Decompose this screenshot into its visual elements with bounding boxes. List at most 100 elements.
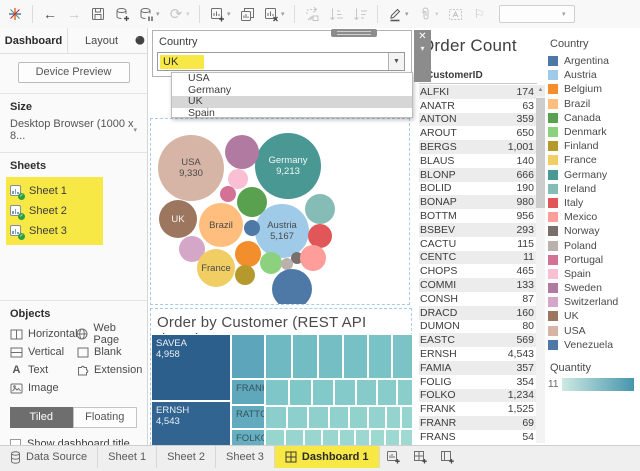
- treemap-cell-savea[interactable]: SAVEA4,958: [151, 334, 231, 401]
- treemap-cell[interactable]: [368, 334, 392, 379]
- object-item-blank[interactable]: Blank: [76, 346, 142, 358]
- run-update-caret[interactable]: ▾: [186, 10, 194, 18]
- legend-item[interactable]: USA: [548, 324, 640, 338]
- table-row[interactable]: FOLKO1,234: [419, 389, 537, 403]
- table-row[interactable]: CHOPS465: [419, 264, 537, 278]
- treemap-cell[interactable]: [400, 429, 413, 446]
- filter-option[interactable]: Germany: [172, 85, 412, 97]
- workbook-tab-sheet-1[interactable]: Sheet 1: [98, 446, 157, 468]
- bubble-mexico[interactable]: [300, 245, 326, 271]
- country-filter-combobox[interactable]: UK ▼: [157, 52, 405, 71]
- bubble-denmark[interactable]: [260, 252, 282, 274]
- filter-option[interactable]: UK: [172, 96, 412, 108]
- legend-item[interactable]: Belgium: [548, 82, 640, 96]
- close-icon[interactable]: ✕: [414, 30, 431, 44]
- object-item-extension[interactable]: Extension: [76, 364, 142, 376]
- swap-rows-columns-icon[interactable]: [301, 3, 323, 25]
- quantity-gradient-bar[interactable]: [562, 378, 634, 391]
- object-item-horizontal[interactable]: Horizontal: [10, 328, 76, 340]
- treemap-cell-ernsh[interactable]: ERNSH4,543: [151, 401, 231, 446]
- fit-selector[interactable]: ▾: [499, 5, 575, 23]
- combobox-caret-icon[interactable]: ▼: [388, 53, 404, 70]
- bubble-ireland[interactable]: [305, 194, 335, 224]
- bubble-sweden[interactable]: [225, 135, 259, 169]
- treemap-cell[interactable]: [401, 406, 413, 429]
- workbook-tab-data-source[interactable]: Data Source: [0, 446, 98, 468]
- table-row[interactable]: BSBEV293: [419, 223, 537, 237]
- sort-descending-icon[interactable]: [349, 3, 371, 25]
- legend-item[interactable]: Brazil: [548, 97, 640, 111]
- treemap-cell[interactable]: [322, 429, 339, 446]
- treemap-cell[interactable]: [343, 334, 368, 379]
- bubble-germany[interactable]: Germany9,213: [255, 133, 321, 199]
- legend-item[interactable]: Poland: [548, 238, 640, 252]
- new-worksheet-icon[interactable]: [380, 446, 407, 468]
- bubble-finland[interactable]: [235, 265, 255, 285]
- sidebar-sheet-item[interactable]: ✓Sheet 1: [10, 181, 103, 201]
- table-row[interactable]: AROUT650: [419, 126, 537, 140]
- pane-pin-icon[interactable]: ⚫: [135, 36, 145, 45]
- bubble-usa[interactable]: USA9,330: [158, 135, 224, 201]
- treemap-cell[interactable]: [368, 406, 386, 429]
- treemap-cell[interactable]: [265, 334, 292, 379]
- group-members-caret[interactable]: ▾: [435, 10, 443, 18]
- run-update-icon[interactable]: ⟳: [165, 3, 187, 25]
- group-members-icon[interactable]: [414, 3, 436, 25]
- legend-item[interactable]: Ireland: [548, 182, 640, 196]
- redo-icon[interactable]: →: [63, 3, 85, 25]
- treemap-cell[interactable]: [349, 406, 368, 429]
- bubble-belgium[interactable]: [235, 241, 261, 267]
- treemap-cell[interactable]: [329, 406, 349, 429]
- legend-item[interactable]: France: [548, 153, 640, 167]
- bubble-uk[interactable]: UK: [159, 200, 197, 238]
- clear-sheet-caret[interactable]: ▾: [281, 10, 289, 18]
- workbook-tab-dashboard-1[interactable]: Dashboard 1: [275, 446, 380, 468]
- new-dashboard-icon[interactable]: [407, 446, 434, 468]
- treemap-cell[interactable]: [339, 429, 355, 446]
- table-row[interactable]: FAMIA357: [419, 361, 537, 375]
- table-row[interactable]: DUMON80: [419, 320, 537, 334]
- duplicate-sheet-icon[interactable]: [236, 3, 258, 25]
- new-story-icon[interactable]: [434, 446, 461, 468]
- legend-item[interactable]: Austria: [548, 68, 640, 82]
- show-mark-labels-icon[interactable]: [444, 3, 466, 25]
- workbook-tab-sheet-3[interactable]: Sheet 3: [216, 446, 275, 468]
- highlight-caret[interactable]: ▾: [405, 10, 413, 18]
- treemap-cell[interactable]: [318, 334, 343, 379]
- treemap-cell[interactable]: [285, 429, 304, 446]
- legend-item[interactable]: Venezuela: [548, 338, 640, 352]
- workbook-tab-sheet-2[interactable]: Sheet 2: [157, 446, 216, 468]
- pause-auto-updates-icon[interactable]: [135, 3, 157, 25]
- table-row[interactable]: BOLID190: [419, 182, 537, 196]
- table-row[interactable]: ERNSH4,543: [419, 347, 537, 361]
- table-row[interactable]: FRANR69: [419, 416, 537, 430]
- filter-option[interactable]: USA: [172, 73, 412, 85]
- tab-layout[interactable]: Layout: [68, 28, 135, 53]
- treemap-cell[interactable]: [392, 334, 413, 379]
- sidebar-sheet-item[interactable]: ✓Sheet 2: [10, 201, 103, 221]
- customer-id-column-header[interactable]: CustomerID: [419, 56, 537, 84]
- treemap-cell[interactable]: [386, 406, 401, 429]
- table-row[interactable]: BLONP666: [419, 168, 537, 182]
- legend-item[interactable]: Finland: [548, 139, 640, 153]
- treemap-cell[interactable]: [397, 379, 413, 406]
- legend-item[interactable]: Argentina: [548, 54, 640, 68]
- tab-dashboard[interactable]: Dashboard: [0, 28, 68, 53]
- table-row[interactable]: COMMI133: [419, 278, 537, 292]
- table-row[interactable]: ALFKI174: [419, 85, 537, 99]
- clear-sheet-icon[interactable]: [260, 3, 282, 25]
- treemap-cell[interactable]: [377, 379, 397, 406]
- device-preview-button[interactable]: Device Preview: [18, 62, 130, 83]
- legend-item[interactable]: Sweden: [548, 281, 640, 295]
- new-worksheet-caret[interactable]: ▾: [227, 10, 235, 18]
- legend-item[interactable]: UK: [548, 309, 640, 323]
- object-item-image[interactable]: Image: [10, 382, 76, 394]
- fix-axes-icon[interactable]: ⚐: [468, 3, 490, 25]
- new-data-source-icon[interactable]: [111, 3, 133, 25]
- legend-item[interactable]: Norway: [548, 224, 640, 238]
- object-item-vertical[interactable]: Vertical: [10, 346, 76, 358]
- treemap-cell[interactable]: [265, 406, 287, 429]
- treemap-cell[interactable]: [385, 429, 400, 446]
- filter-option[interactable]: Spain: [172, 108, 412, 120]
- undo-icon[interactable]: ←: [39, 3, 61, 25]
